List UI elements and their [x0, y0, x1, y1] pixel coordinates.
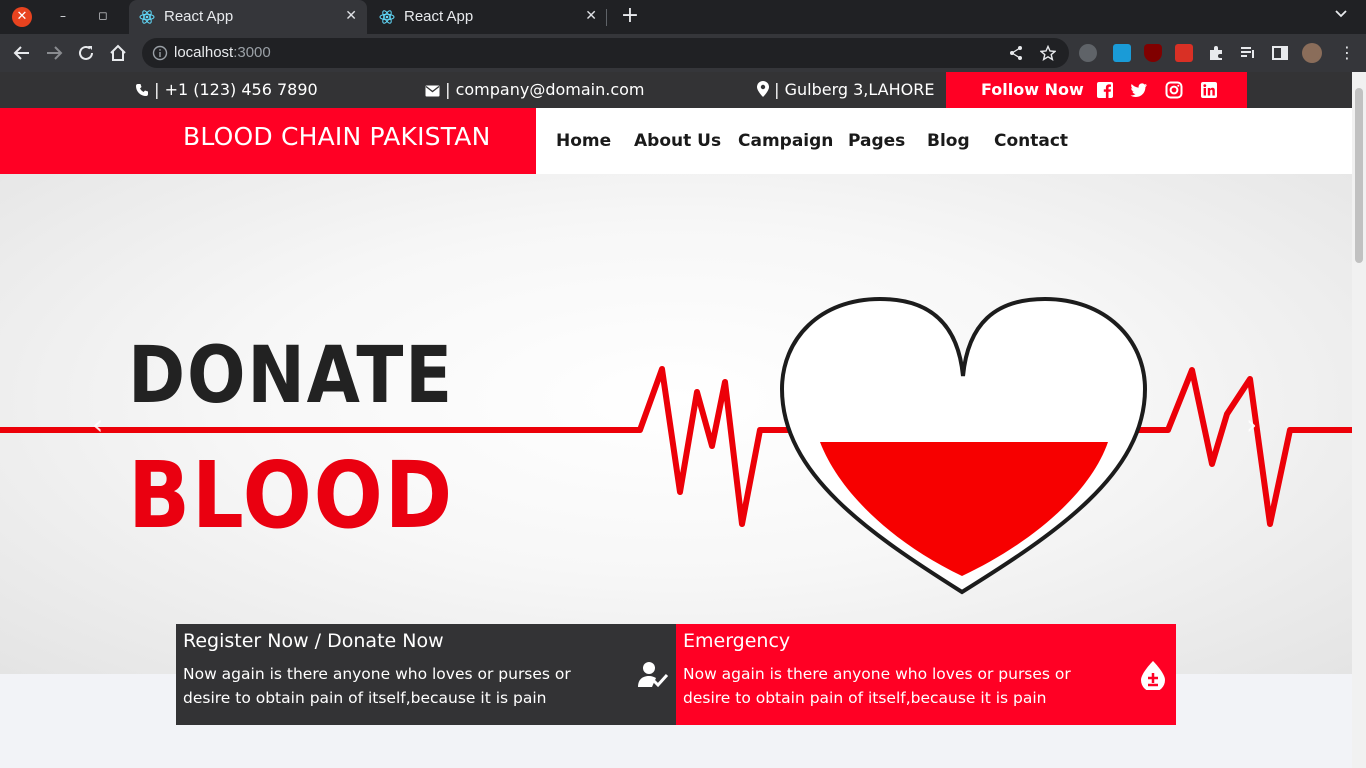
blood-drop-icon — [1141, 661, 1165, 690]
extension-ublock-icon[interactable] — [1144, 44, 1162, 62]
page-scrollbar[interactable] — [1352, 72, 1366, 768]
emergency-card-text: Now again is there anyone who loves or p… — [683, 665, 1071, 707]
url-text: localhost:3000 — [174, 44, 271, 61]
nav-about-us[interactable]: About Us — [634, 131, 721, 151]
follow-now-bar: Follow Now — [946, 72, 1247, 108]
bookmark-star-icon[interactable] — [1040, 45, 1056, 61]
emergency-card-title[interactable]: Emergency — [683, 630, 790, 652]
extensions-puzzle-icon[interactable] — [1207, 44, 1225, 62]
extension-game-icon[interactable] — [1175, 44, 1193, 62]
address-info: | Gulberg 3,LAHORE — [757, 80, 934, 99]
user-check-icon — [638, 662, 668, 688]
browser-tab-active[interactable]: React App ✕ — [129, 0, 367, 34]
map-pin-icon — [757, 81, 769, 97]
facebook-icon[interactable] — [1096, 81, 1114, 99]
nav-pages[interactable]: Pages — [848, 131, 905, 151]
phone-info: | +1 (123) 456 7890 — [135, 80, 318, 99]
register-card-title[interactable]: Register Now / Donate Now — [183, 630, 444, 652]
react-favicon-icon — [379, 10, 395, 24]
tab-title: React App — [164, 8, 234, 25]
twitter-icon[interactable] — [1130, 81, 1148, 99]
extension-translate-icon[interactable] — [1113, 44, 1131, 62]
mail-icon — [425, 85, 440, 97]
carousel-prev-icon[interactable]: ‹ — [92, 408, 112, 444]
reload-button[interactable] — [74, 41, 98, 65]
browser-toolbar: localhost:3000 ⋮ — [0, 34, 1366, 72]
extension-performance-icon[interactable] — [1079, 44, 1097, 62]
site-info-icon[interactable] — [152, 45, 168, 61]
nav-campaign[interactable]: Campaign — [738, 131, 833, 151]
hero-line1: DONATE — [128, 331, 454, 421]
scrollbar-thumb[interactable] — [1355, 88, 1363, 263]
browser-tab[interactable]: React App ✕ — [369, 0, 607, 34]
tab-search-chevron-icon[interactable] — [1334, 7, 1352, 27]
home-button[interactable] — [106, 41, 130, 65]
brand-logo-text[interactable]: BLOOD CHAIN PAKISTAN — [183, 122, 490, 151]
follow-now-label: Follow Now — [981, 80, 1084, 99]
profile-avatar[interactable] — [1302, 43, 1322, 63]
register-card[interactable]: Register Now / Donate Now Now again is t… — [176, 624, 676, 725]
tab-close-icon[interactable]: ✕ — [345, 8, 357, 24]
window-close-button[interactable]: ✕ — [12, 7, 32, 27]
emergency-card[interactable]: Emergency Now again is there anyone who … — [676, 624, 1176, 725]
tab-title: React App — [404, 8, 474, 25]
contact-topbar: | +1 (123) 456 7890 | company@domain.com… — [0, 72, 1352, 108]
window-minimize-button[interactable]: – — [54, 6, 72, 26]
nav-home[interactable]: Home — [556, 131, 611, 151]
register-card-text: Now again is there anyone who loves or p… — [183, 665, 571, 707]
reading-list-icon[interactable] — [1239, 44, 1257, 62]
tab-separator — [606, 9, 607, 26]
instagram-icon[interactable] — [1165, 81, 1183, 99]
hero-carousel: DONATE BLOOD ‹ › — [0, 174, 1352, 674]
carousel-next-icon[interactable]: › — [1246, 408, 1266, 444]
email-info: | company@domain.com — [425, 80, 645, 99]
share-icon[interactable] — [1008, 45, 1024, 61]
nav-blog[interactable]: Blog — [927, 131, 970, 151]
forward-button[interactable] — [42, 41, 66, 65]
hero-line2: BLOOD — [128, 442, 454, 549]
address-bar[interactable]: localhost:3000 — [142, 38, 1069, 68]
linkedin-icon[interactable] — [1200, 81, 1218, 99]
web-page: | +1 (123) 456 7890 | company@domain.com… — [0, 72, 1352, 768]
browser-tab-strip: ✕ – ◻ React App ✕ React App ✕ + — [0, 0, 1366, 34]
react-favicon-icon — [139, 10, 155, 24]
action-cards: Register Now / Donate Now Now again is t… — [176, 624, 1176, 725]
main-navbar: BLOOD CHAIN PAKISTAN Home About Us Campa… — [0, 108, 1352, 174]
window-restore-button[interactable]: ◻ — [94, 6, 112, 26]
new-tab-button[interactable]: + — [619, 4, 641, 28]
phone-icon — [136, 84, 148, 96]
brand-box[interactable]: BLOOD CHAIN PAKISTAN — [0, 108, 536, 174]
donate-blood-banner: DONATE BLOOD — [0, 296, 1352, 595]
nav-contact[interactable]: Contact — [994, 131, 1068, 151]
back-button[interactable] — [10, 41, 34, 65]
tab-close-icon[interactable]: ✕ — [585, 8, 597, 24]
side-panel-icon[interactable] — [1271, 44, 1289, 62]
browser-menu-icon[interactable]: ⋮ — [1338, 44, 1356, 62]
